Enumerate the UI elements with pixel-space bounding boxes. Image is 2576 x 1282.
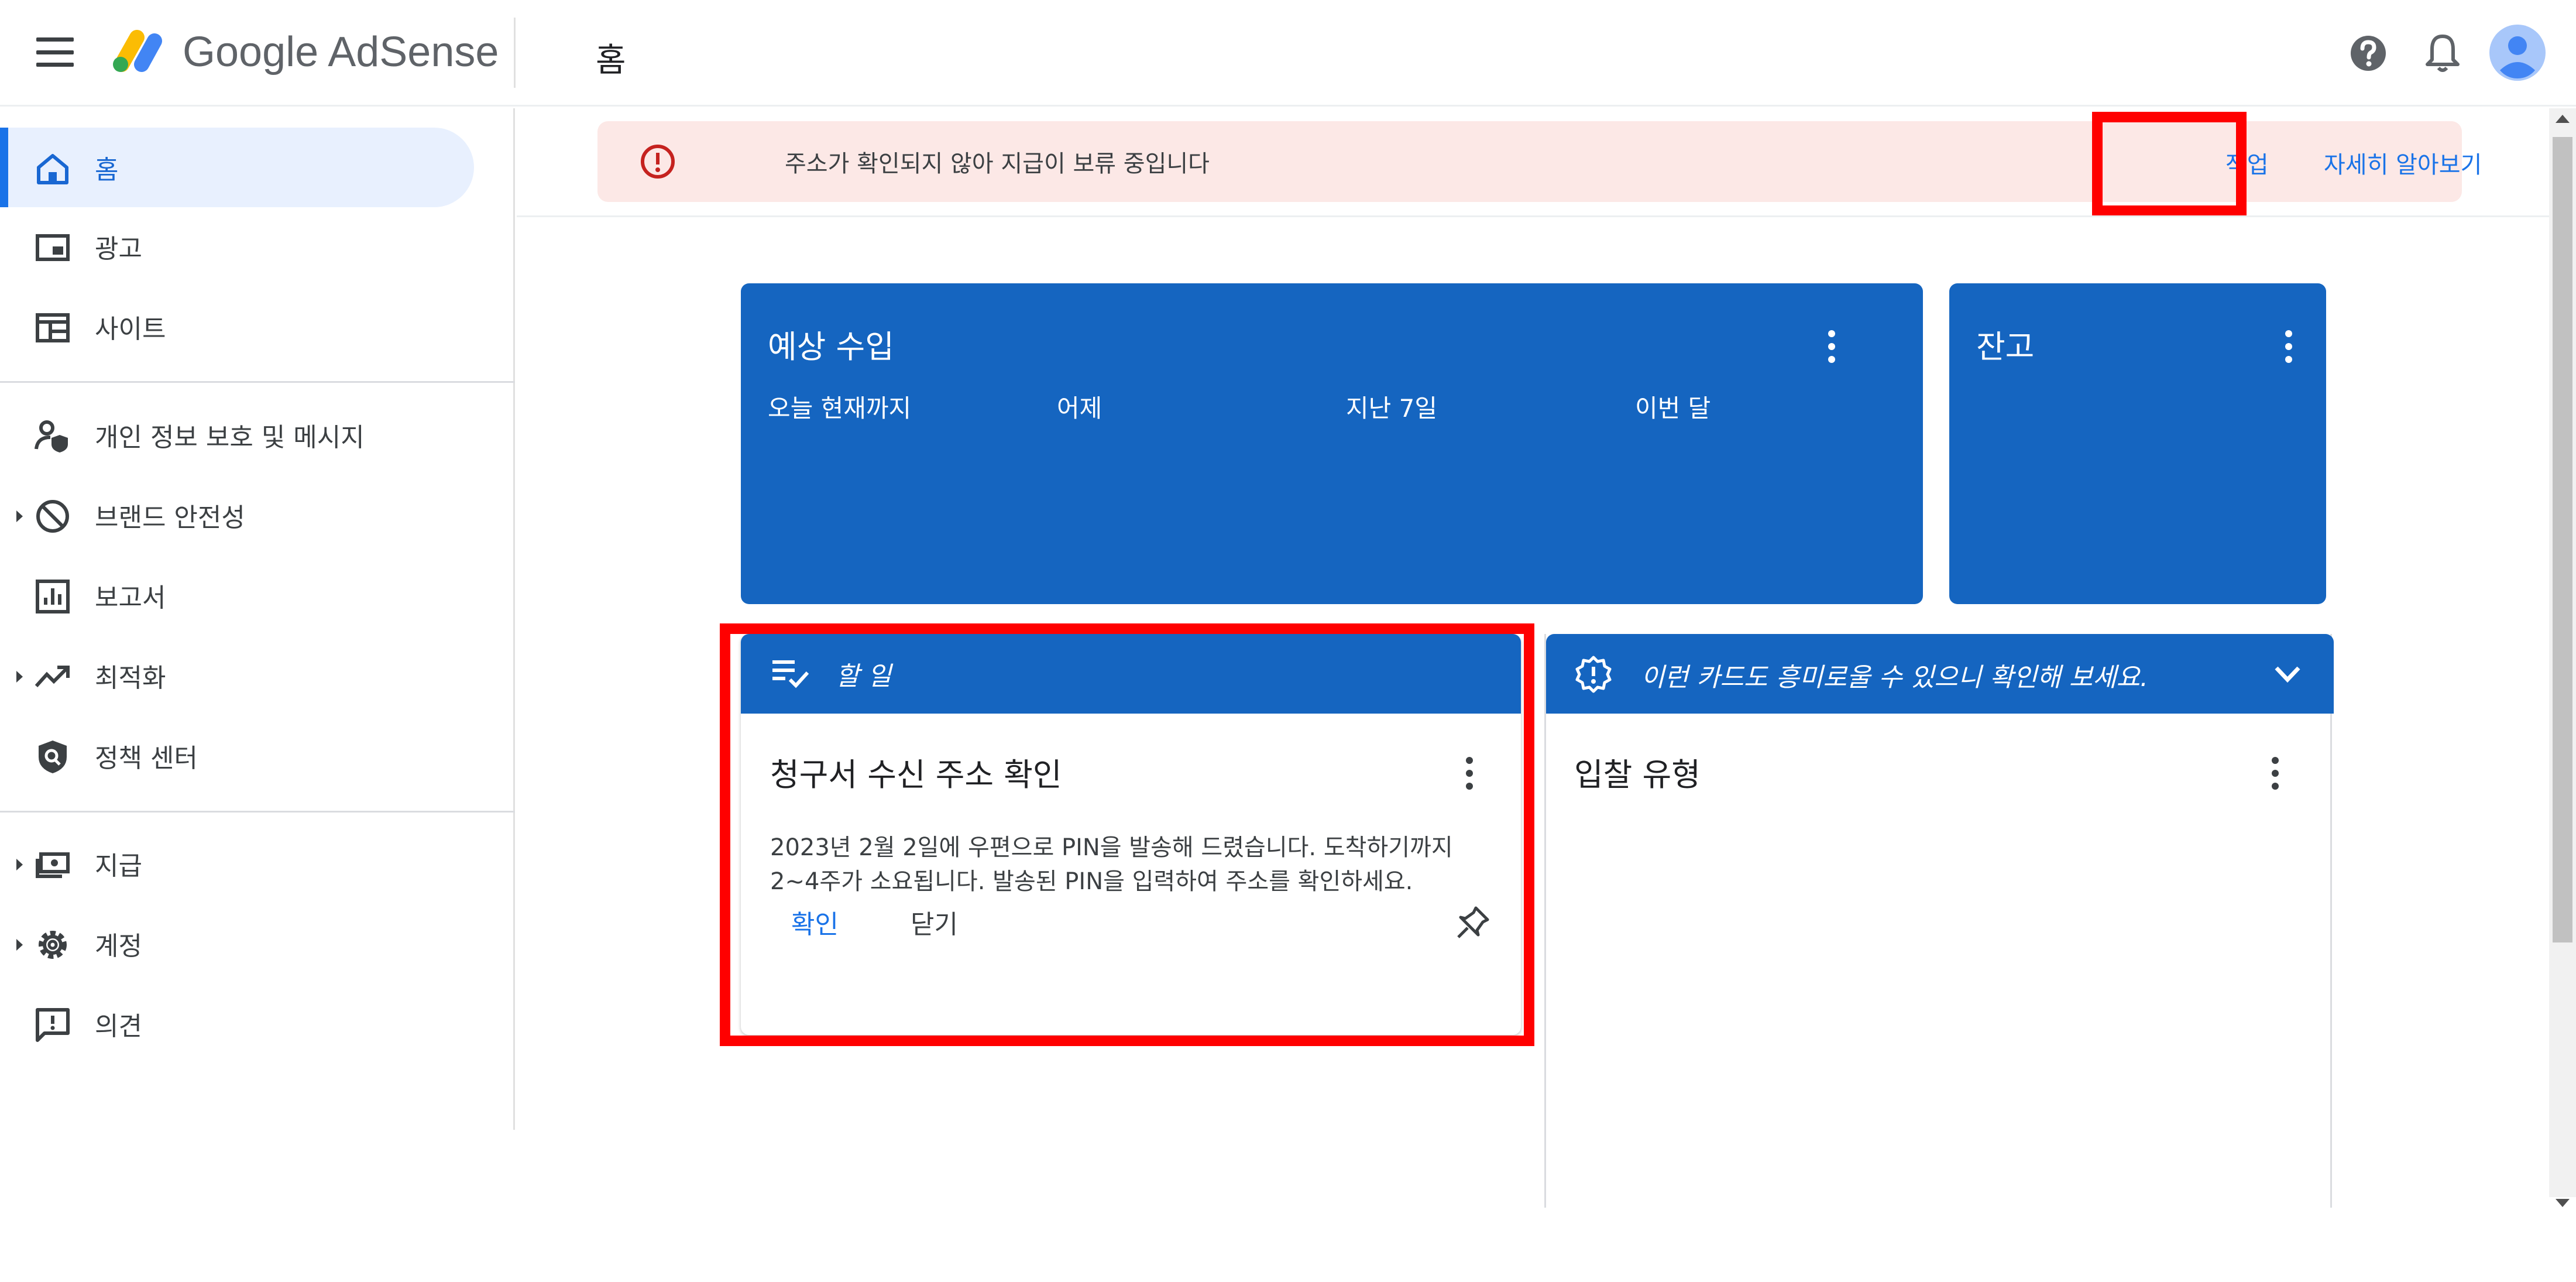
sidebar-item-label: 개인 정보 보호 및 메시지 — [95, 423, 365, 453]
expand-caret-icon — [16, 859, 23, 870]
balance-card: 잔고 — [1949, 283, 2326, 604]
chevron-down-icon[interactable] — [2274, 662, 2301, 685]
more-vert-icon[interactable] — [1826, 330, 1837, 363]
sidebar-item-label: 홈 — [95, 155, 119, 185]
balance-card-title: 잔고 — [1976, 328, 2035, 365]
sidebar-item-payments[interactable]: 지급 — [0, 824, 474, 903]
estimated-earnings-card: 예상 수입 오늘 현재까지 어제 지난 7일 이번 달 — [741, 283, 1923, 604]
more-vert-icon[interactable] — [2269, 757, 2281, 790]
sidebar-item-label: 최적화 — [95, 663, 166, 693]
scroll-down-arrow-icon[interactable] — [2556, 1199, 2570, 1207]
sidebar-item-label: 사이트 — [95, 314, 166, 344]
policy-icon — [39, 741, 67, 773]
reports-icon — [36, 580, 70, 613]
new-releases-icon — [1575, 656, 1612, 693]
earnings-col-this-month: 이번 달 — [1635, 394, 1711, 423]
sidebar-item-label: 의견 — [95, 1012, 142, 1041]
learn-more-link[interactable]: 자세히 알아보기 — [2324, 146, 2482, 180]
todo-card: 할 일 청구서 수신 주소 확인 2023년 2월 2일에 우편으로 PIN을 … — [741, 634, 1521, 1035]
sidebar-item-ads[interactable]: 광고 — [0, 207, 474, 286]
dismiss-button[interactable]: 닫기 — [911, 903, 958, 941]
sidebar-item-account[interactable]: 계정 — [0, 904, 474, 983]
top-bar: Google AdSense 홈 — [0, 0, 2576, 107]
suggestion-card: 이런 카드도 흥미로울 수 있으니 확인해 보세요. 입찰 유형 — [1544, 634, 2334, 1208]
ads-icon — [36, 234, 70, 261]
main-content: 주소가 확인되지 않아 지급이 보류 중입니다 작업 자세히 알아보기 예상 수… — [517, 108, 2550, 1208]
todo-card-body: 2023년 2월 2일에 우편으로 PIN을 발송해 드렸습니다. 도착하기까지… — [770, 834, 1453, 895]
account-avatar-icon[interactable] — [2489, 25, 2546, 81]
block-icon — [36, 500, 69, 533]
sidebar-item-policy-center[interactable]: 정책 센터 — [0, 716, 474, 796]
sidebar-item-optimization[interactable]: 최적화 — [0, 636, 474, 715]
error-icon — [641, 145, 675, 179]
todo-card-header: 할 일 — [741, 634, 1521, 714]
sidebar-item-label: 지급 — [95, 851, 142, 881]
sidebar-item-home[interactable]: 홈 — [0, 128, 474, 207]
todo-card-header-label: 할 일 — [836, 661, 891, 691]
sidebar-item-label: 계정 — [95, 931, 142, 961]
sidebar: 홈 광고 사이트 개인 정보 보호 및 메시지 브랜드 안전성 보고서 최적화 … — [0, 108, 515, 1130]
adsense-logo-icon — [113, 30, 162, 72]
sidebar-item-label: 브랜드 안전성 — [95, 503, 245, 533]
more-vert-icon[interactable] — [1464, 757, 1475, 790]
page-title: 홈 — [596, 42, 626, 80]
gear-icon — [39, 931, 67, 959]
suggestion-card-header[interactable]: 이런 카드도 흥미로울 수 있으니 확인해 보세요. — [1546, 634, 2334, 714]
scroll-up-arrow-icon[interactable] — [2556, 115, 2570, 123]
trending-icon — [35, 666, 70, 688]
privacy-icon — [35, 420, 68, 453]
alert-message: 주소가 확인되지 않아 지급이 보류 중입니다 — [785, 150, 1210, 177]
expand-caret-icon — [16, 510, 23, 522]
home-icon — [37, 154, 68, 184]
earnings-col-last-7-days: 지난 7일 — [1346, 394, 1437, 423]
sidebar-item-label: 정책 센터 — [95, 743, 198, 773]
payments-icon — [36, 852, 70, 878]
confirm-button[interactable]: 확인 — [791, 903, 839, 941]
more-vert-icon[interactable] — [2283, 330, 2295, 363]
alert-action-button[interactable]: 작업 — [2225, 146, 2269, 180]
earnings-col-yesterday: 어제 — [1057, 394, 1102, 423]
expand-caret-icon — [16, 671, 23, 683]
sidebar-item-feedback[interactable]: 의견 — [0, 984, 474, 1064]
sidebar-item-label: 광고 — [95, 234, 142, 264]
payment-hold-alert: 주소가 확인되지 않아 지급이 보류 중입니다 작업 자세히 알아보기 — [597, 121, 2482, 202]
scrollbar-thumb[interactable] — [2553, 137, 2572, 942]
sites-icon — [36, 313, 70, 342]
checklist-icon — [772, 660, 809, 688]
help-icon[interactable] — [2349, 34, 2388, 73]
sidebar-item-label: 보고서 — [95, 583, 166, 613]
sidebar-divider — [0, 811, 515, 813]
sidebar-item-privacy-messaging[interactable]: 개인 정보 보호 및 메시지 — [0, 395, 474, 475]
content-divider — [517, 215, 2550, 217]
header-divider — [514, 18, 516, 88]
feedback-icon — [36, 1008, 70, 1042]
expand-caret-icon — [16, 939, 23, 951]
sidebar-item-reports[interactable]: 보고서 — [0, 556, 474, 635]
brand-name: Google AdSense — [183, 29, 499, 76]
sidebar-divider — [0, 381, 515, 383]
notifications-bell-icon[interactable] — [2423, 32, 2462, 74]
sidebar-item-brand-safety[interactable]: 브랜드 안전성 — [0, 475, 474, 555]
menu-icon[interactable] — [36, 37, 74, 67]
earnings-col-today: 오늘 현재까지 — [768, 394, 912, 423]
earnings-card-title: 예상 수입 — [768, 328, 894, 365]
suggestion-card-header-label: 이런 카드도 흥미로울 수 있으니 확인해 보세요. — [1641, 663, 2149, 693]
todo-card-title: 청구서 수신 주소 확인 — [770, 756, 1062, 793]
pin-icon[interactable] — [1456, 904, 1491, 940]
bid-type-title: 입찰 유형 — [1574, 756, 1701, 793]
sidebar-item-sites[interactable]: 사이트 — [0, 287, 474, 366]
